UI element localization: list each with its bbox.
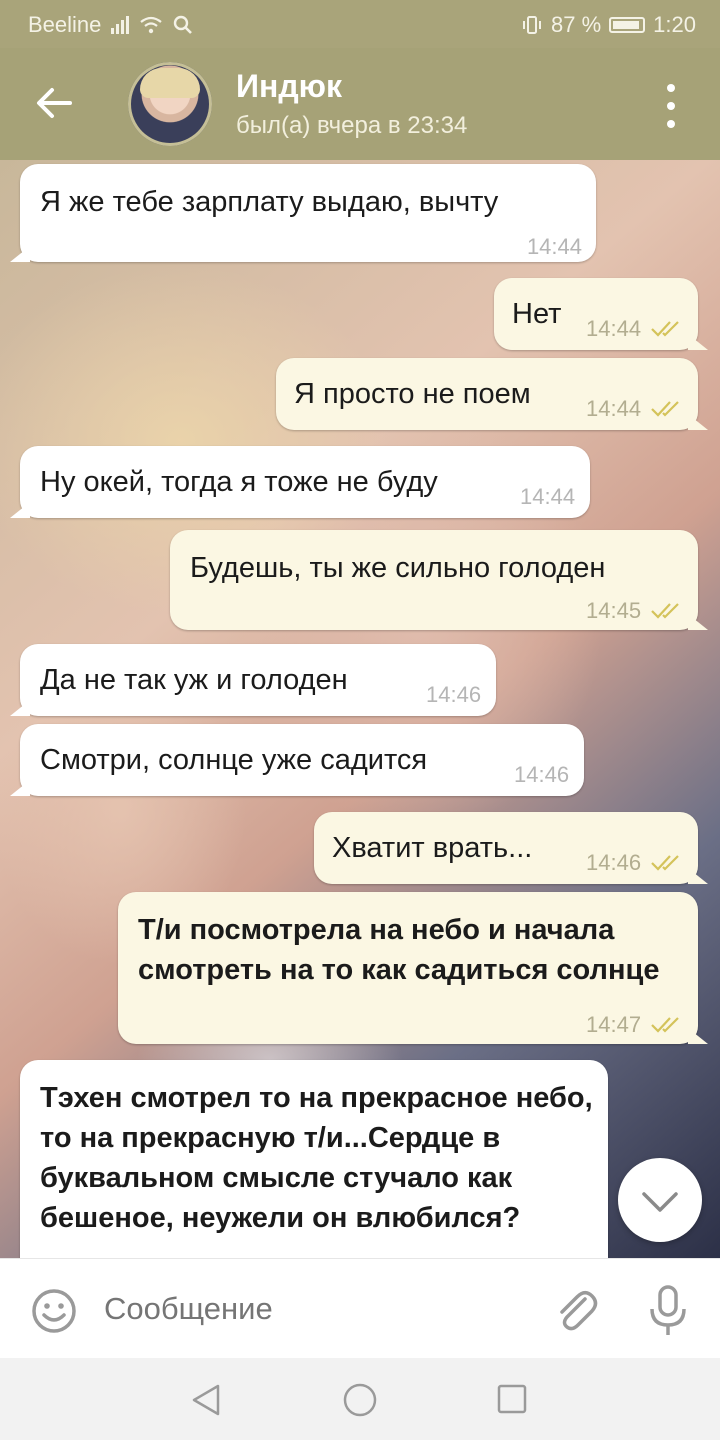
status-bar: Beeline 87 % 1:20 xyxy=(0,0,720,48)
message-bubble[interactable]: Т/и посмотрела на небо и начала смотреть… xyxy=(118,892,698,1044)
message-text: Ну окей, тогда я тоже не буду xyxy=(40,466,438,498)
chevron-down-icon xyxy=(642,1192,678,1212)
message-time: 14:46 xyxy=(586,850,642,875)
battery-icon xyxy=(609,17,646,33)
message-bubble[interactable]: Будешь, ты же сильно голоден 14:45 xyxy=(170,530,698,630)
vibrate-icon xyxy=(523,16,542,34)
search-icon xyxy=(174,15,193,34)
carrier-label: Beeline xyxy=(28,12,102,37)
avatar[interactable] xyxy=(128,62,212,146)
message-bubble[interactable]: Я же тебе зарплату выдаю, вычту 14:44 xyxy=(20,164,596,262)
message-time: 14:44 xyxy=(520,484,576,509)
message-composer xyxy=(0,1258,720,1359)
last-seen-status: был(а) вчера в 23:34 xyxy=(236,112,468,139)
read-check-icon xyxy=(651,1017,679,1033)
message-text: Смотри, солнце уже садится xyxy=(40,744,428,776)
read-check-icon xyxy=(651,321,679,337)
more-vert-icon[interactable] xyxy=(656,84,686,128)
system-nav-bar xyxy=(0,1358,720,1440)
message-text: Я просто не поем xyxy=(294,378,531,410)
paperclip-icon[interactable] xyxy=(552,1285,600,1335)
message-time: 14:46 xyxy=(426,682,482,707)
read-check-icon xyxy=(651,401,679,417)
message-bubble[interactable]: Хватит врать... 14:46 xyxy=(314,812,698,884)
microphone-icon[interactable] xyxy=(646,1283,690,1339)
message-time: 14:44 xyxy=(586,316,642,341)
message-text: Т/и посмотрела на небо и начала смотреть… xyxy=(138,914,660,986)
message-input[interactable] xyxy=(104,1291,524,1327)
message-time: 14:44 xyxy=(526,234,582,259)
message-text: Будешь, ты же сильно голоден xyxy=(190,552,606,584)
read-check-icon xyxy=(651,603,679,619)
battery-percent: 87 % xyxy=(551,12,602,37)
message-text: Тэхен смотрел то на прекрасное небо, то … xyxy=(40,1082,593,1234)
message-text: Я же тебе зарплату выдаю, вычту xyxy=(40,186,499,218)
message-text: Нет xyxy=(512,298,562,330)
message-bubble[interactable]: Тэхен смотрел то на прекрасное небо, то … xyxy=(20,1060,608,1258)
square-recents-icon[interactable] xyxy=(496,1383,528,1415)
signal-icon xyxy=(111,16,130,34)
message-text: Да не так уж и голоден xyxy=(40,664,348,696)
message-time: 14:46 xyxy=(514,762,570,787)
message-time: 14:45 xyxy=(586,598,642,623)
message-bubble[interactable]: Смотри, солнце уже садится 14:46 xyxy=(20,724,584,796)
message-bubble[interactable]: Ну окей, тогда я тоже не буду 14:44 xyxy=(20,446,590,518)
arrow-left-icon[interactable] xyxy=(30,78,80,128)
message-text: Хватит врать... xyxy=(332,832,533,864)
message-time: 14:47 xyxy=(586,1012,642,1037)
circle-home-icon[interactable] xyxy=(342,1382,378,1418)
message-time: 14:44 xyxy=(586,396,642,421)
chat-header: Индюк был(а) вчера в 23:34 xyxy=(0,48,720,160)
smiley-icon[interactable] xyxy=(30,1287,78,1335)
contact-name[interactable]: Индюк xyxy=(236,68,342,105)
clock: 1:20 xyxy=(653,12,696,37)
chat-area[interactable]: Я же тебе зарплату выдаю, вычту 14:44 Не… xyxy=(0,160,720,1258)
message-bubble[interactable]: Нет 14:44 xyxy=(494,278,698,350)
message-bubble[interactable]: Да не так уж и голоден 14:46 xyxy=(20,644,496,716)
read-check-icon xyxy=(651,855,679,871)
wifi-icon xyxy=(140,16,163,34)
scroll-down-button[interactable] xyxy=(618,1158,702,1242)
message-bubble[interactable]: Я просто не поем 14:44 xyxy=(276,358,698,430)
triangle-back-icon[interactable] xyxy=(188,1382,224,1418)
